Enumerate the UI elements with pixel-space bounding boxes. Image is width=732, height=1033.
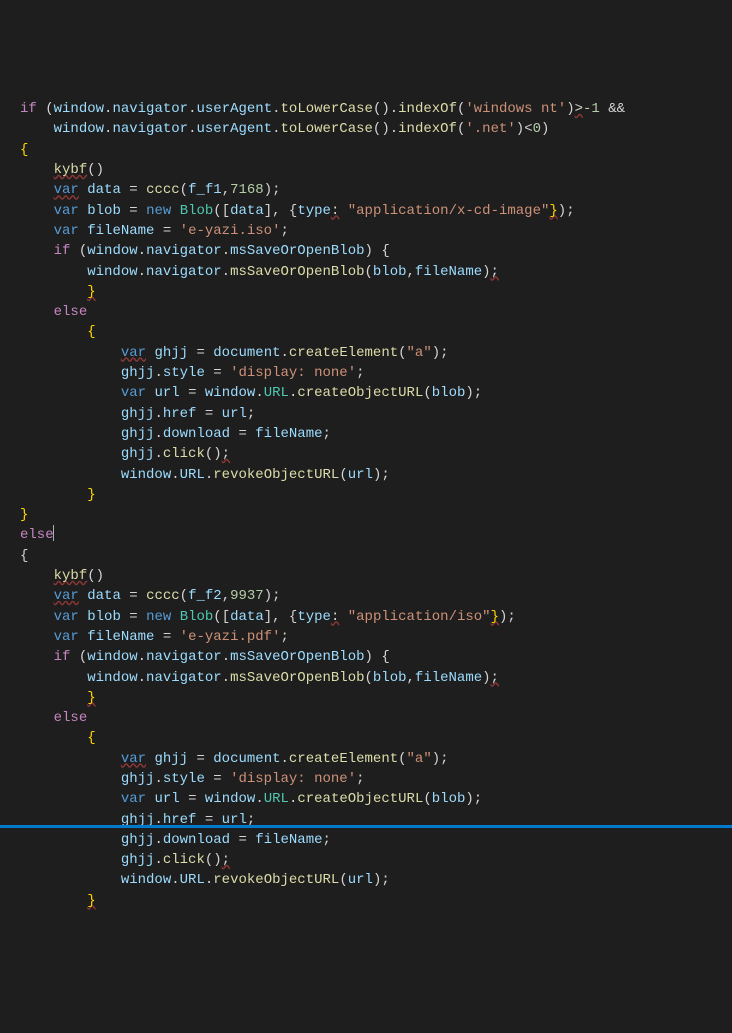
token-string: 'windows nt' bbox=[465, 101, 566, 117]
token-keyword-var: var bbox=[54, 182, 79, 198]
token-function: indexOf bbox=[398, 101, 457, 117]
token-function: kybf bbox=[54, 162, 88, 178]
token-keyword: if bbox=[20, 101, 37, 117]
token-function: toLowerCase bbox=[281, 101, 373, 117]
code-editor[interactable]: if (window.navigator.userAgent.toLowerCa… bbox=[20, 99, 732, 911]
token-class: Blob bbox=[180, 203, 214, 219]
token-number: -1 bbox=[583, 101, 600, 117]
token-keyword: else bbox=[20, 527, 54, 543]
token-identifier: userAgent bbox=[196, 101, 272, 117]
token-identifier: window bbox=[54, 101, 104, 117]
cursor-icon bbox=[53, 525, 54, 541]
token-identifier: navigator bbox=[112, 101, 188, 117]
